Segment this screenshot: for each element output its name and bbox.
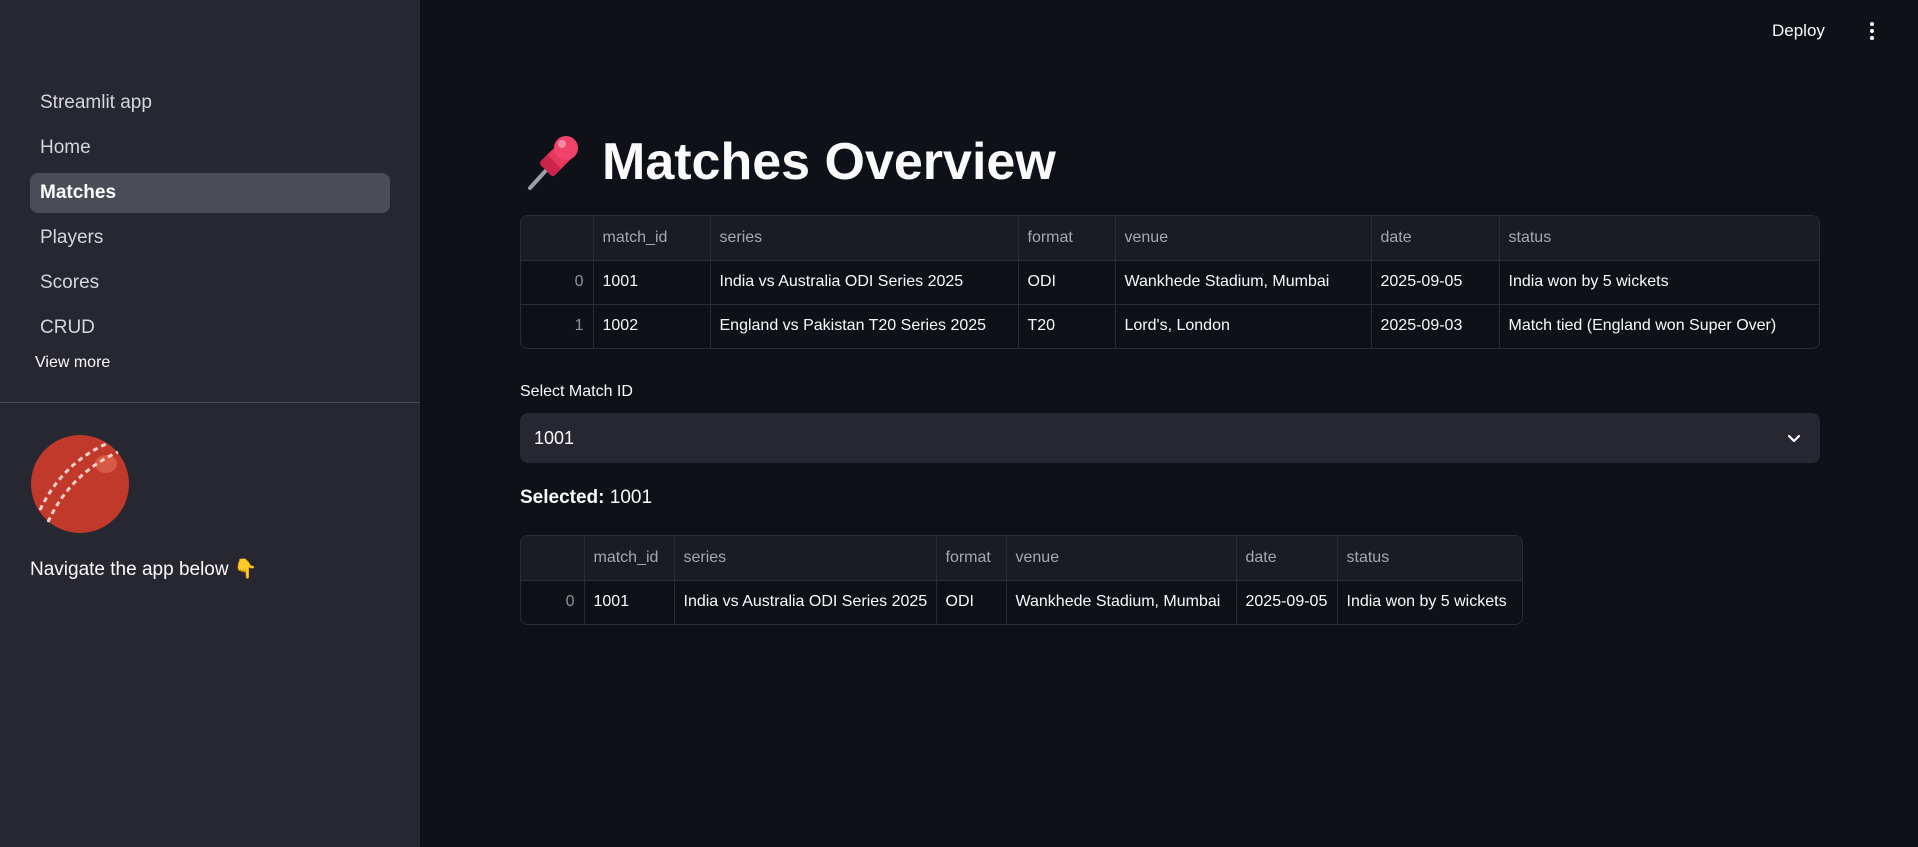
sidebar-item-label: Scores	[40, 272, 100, 293]
table-cell[interactable]: 1002	[593, 304, 711, 348]
selected-match-text: Selected: 1001	[520, 487, 652, 509]
table-header-cell[interactable]: venue	[1115, 216, 1372, 261]
table-header-cell[interactable]: match_id	[593, 216, 711, 261]
page-title: Matches Overview	[520, 128, 1056, 196]
table-cell[interactable]: India vs Australia ODI Series 2025	[674, 580, 937, 624]
sidebar-item-label: Matches	[40, 182, 117, 203]
sidebar-item-scores[interactable]: Scores	[30, 263, 390, 303]
table-header-row: match_id series format venue date status	[521, 216, 1819, 261]
table-row: 0 1001 India vs Australia ODI Series 202…	[521, 260, 1819, 305]
sidebar: Streamlit app Home Matches Players Score…	[0, 0, 420, 847]
sidebar-item-label: CRUD	[40, 317, 95, 338]
table-header-cell[interactable]: venue	[1006, 536, 1237, 581]
sidebar-nav: Streamlit app Home Matches Players Score…	[30, 83, 390, 353]
table-cell[interactable]: Lord's, London	[1115, 304, 1372, 348]
deploy-button[interactable]: Deploy	[1772, 16, 1825, 46]
table-cell[interactable]: ODI	[936, 580, 1007, 624]
table-header-cell[interactable]: match_id	[584, 536, 675, 581]
table-cell[interactable]: 2025-09-05	[1236, 580, 1338, 624]
table-header-cell[interactable]	[521, 216, 594, 261]
table-cell[interactable]: 0	[521, 580, 585, 624]
matches-table: match_id series format venue date status…	[520, 215, 1820, 349]
sidebar-item-matches[interactable]: Matches	[30, 173, 390, 213]
table-cell[interactable]: 0	[521, 260, 594, 305]
more-menu-icon[interactable]	[1860, 16, 1884, 46]
table-cell[interactable]: 1001	[584, 580, 675, 624]
table-header-cell[interactable]: date	[1236, 536, 1338, 581]
app-root: Streamlit app Home Matches Players Score…	[0, 0, 1918, 847]
table-row: 0 1001 India vs Australia ODI Series 202…	[521, 580, 1522, 624]
table-cell[interactable]: England vs Pakistan T20 Series 2025	[710, 304, 1019, 348]
table-cell[interactable]: Wankhede Stadium, Mumbai	[1115, 260, 1372, 305]
selected-value: 1001	[609, 487, 653, 508]
page-title-text: Matches Overview	[602, 133, 1056, 191]
match-id-select-label: Select Match ID	[520, 383, 633, 400]
table-header-cell[interactable]: status	[1499, 216, 1819, 261]
table-cell[interactable]: T20	[1018, 304, 1116, 348]
table-header-row: match_id series format venue date status	[521, 536, 1522, 581]
table-header-cell[interactable]: status	[1337, 536, 1522, 581]
pushpin-icon	[528, 136, 578, 190]
match-id-select-value: 1001	[534, 427, 575, 448]
table-header-cell[interactable]: series	[674, 536, 937, 581]
view-more-link[interactable]: View more	[35, 354, 110, 372]
table-cell[interactable]: India won by 5 wickets	[1337, 580, 1522, 624]
sidebar-divider	[0, 402, 420, 403]
table-header-cell[interactable]: format	[1018, 216, 1116, 261]
selected-label: Selected:	[520, 487, 605, 508]
sidebar-item-streamlit-app[interactable]: Streamlit app	[30, 83, 390, 123]
match-id-select[interactable]: 1001	[520, 413, 1820, 463]
cricket-ball-icon	[31, 435, 129, 533]
table-cell[interactable]: Wankhede Stadium, Mumbai	[1006, 580, 1237, 624]
sidebar-item-label: Players	[40, 227, 104, 248]
table-cell[interactable]: 1001	[593, 260, 711, 305]
sidebar-item-label: Home	[40, 137, 91, 158]
table-cell[interactable]: 2025-09-05	[1371, 260, 1500, 305]
sidebar-item-home[interactable]: Home	[30, 128, 390, 168]
table-cell[interactable]: India won by 5 wickets	[1499, 260, 1819, 305]
sidebar-caption: Navigate the app below 👇	[30, 559, 258, 580]
table-header-cell[interactable]: format	[936, 536, 1007, 581]
table-cell[interactable]: Match tied (England won Super Over)	[1499, 304, 1819, 348]
table-cell[interactable]: 1	[521, 304, 594, 348]
chevron-down-icon	[1787, 434, 1801, 443]
table-header-cell[interactable]: date	[1371, 216, 1500, 261]
table-header-cell[interactable]	[521, 536, 585, 581]
table-cell[interactable]: 2025-09-03	[1371, 304, 1500, 348]
table-cell[interactable]: India vs Australia ODI Series 2025	[710, 260, 1019, 305]
sidebar-item-crud[interactable]: CRUD	[30, 308, 390, 348]
table-row: 1 1002 England vs Pakistan T20 Series 20…	[521, 304, 1819, 348]
selected-match-table: match_id series format venue date status…	[520, 535, 1523, 625]
sidebar-item-players[interactable]: Players	[30, 218, 390, 258]
table-header-cell[interactable]: series	[710, 216, 1019, 261]
table-cell[interactable]: ODI	[1018, 260, 1116, 305]
sidebar-item-label: Streamlit app	[40, 92, 152, 113]
